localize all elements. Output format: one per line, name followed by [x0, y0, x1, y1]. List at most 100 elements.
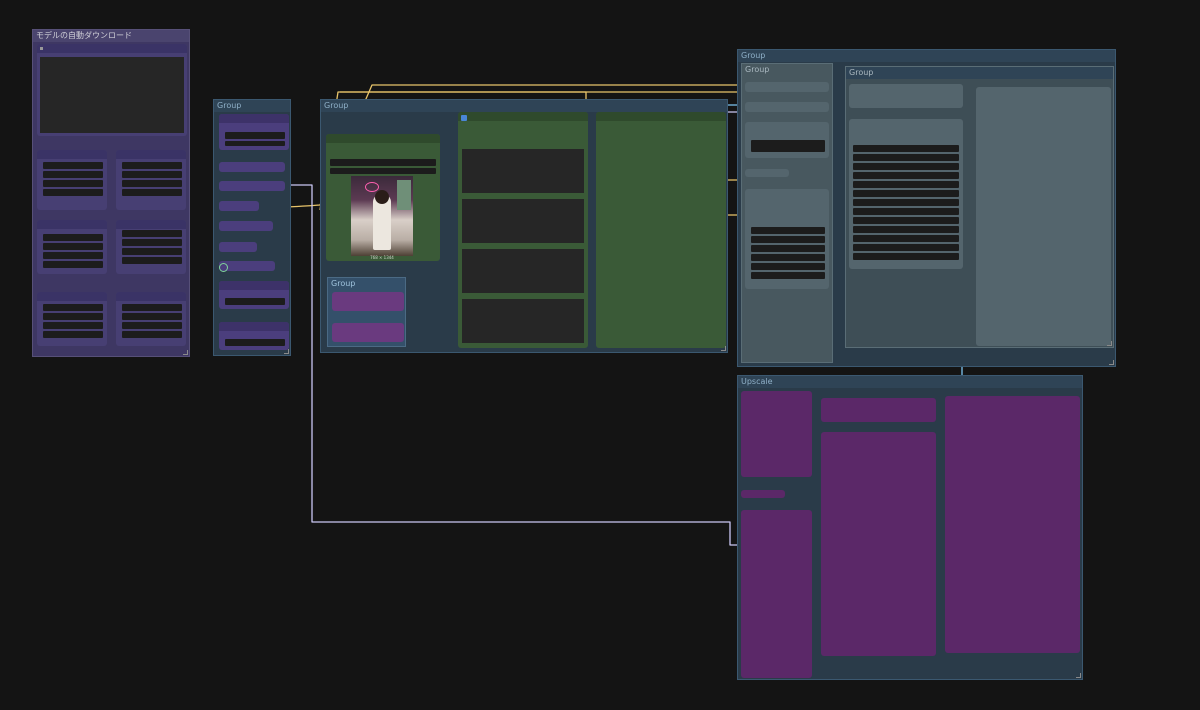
group-left[interactable]: Group	[213, 99, 291, 356]
group-upscale[interactable]: Upscale	[737, 375, 1083, 680]
group-title[interactable]: Group	[846, 67, 1113, 79]
widget-field[interactable]	[43, 180, 103, 187]
upscale-settings-node[interactable]	[741, 510, 812, 678]
collapsed-node[interactable]	[219, 201, 259, 211]
widget-field[interactable]	[853, 172, 959, 179]
collapsed-node[interactable]	[332, 292, 404, 311]
square-dot-icon[interactable]	[461, 115, 467, 121]
widget-field[interactable]	[853, 208, 959, 215]
group-title[interactable]: Group	[742, 64, 832, 76]
widget-field[interactable]	[43, 331, 103, 338]
widget-field[interactable]	[122, 162, 182, 169]
node-header[interactable]	[219, 281, 289, 290]
group-title[interactable]: Group	[328, 278, 405, 290]
node-header[interactable]	[116, 292, 186, 301]
node-header[interactable]	[219, 322, 289, 331]
group-title[interactable]: Upscale	[738, 376, 1082, 388]
node-header[interactable]	[37, 150, 107, 159]
widget-field[interactable]	[853, 217, 959, 224]
node-header[interactable]	[37, 292, 107, 301]
preview-node-large[interactable]	[596, 112, 726, 348]
widget-field[interactable]	[43, 261, 103, 268]
node-header[interactable]	[116, 150, 186, 159]
widget-field[interactable]	[751, 272, 825, 279]
widget-field[interactable]	[225, 132, 285, 139]
toggle-icon[interactable]	[219, 263, 228, 272]
resize-corner-icon[interactable]	[721, 346, 726, 351]
group-right[interactable]: Group Group Group	[737, 49, 1116, 367]
collapsed-node[interactable]	[745, 82, 829, 92]
group-right-inner[interactable]: Group	[845, 66, 1114, 348]
widget-field[interactable]	[225, 298, 285, 305]
collapsed-node[interactable]	[741, 490, 785, 498]
group-title[interactable]: モデルの自動ダウンロード	[33, 30, 189, 42]
widget-field[interactable]	[43, 243, 103, 250]
widget-field[interactable]	[853, 190, 959, 197]
collapsed-node[interactable]	[219, 181, 285, 191]
download-node[interactable]	[116, 292, 186, 346]
group-model-download[interactable]: モデルの自動ダウンロード	[32, 29, 190, 357]
widget-field[interactable]	[43, 234, 103, 241]
upscale-preview-node[interactable]	[945, 396, 1080, 653]
widget-field[interactable]	[751, 140, 825, 152]
resize-corner-icon[interactable]	[284, 349, 289, 354]
node-header[interactable]	[596, 112, 726, 121]
download-node[interactable]	[37, 220, 107, 274]
node-header[interactable]	[37, 44, 187, 53]
resize-corner-icon[interactable]	[183, 350, 188, 355]
download-node[interactable]	[37, 150, 107, 210]
widget-field[interactable]	[43, 171, 103, 178]
node-header[interactable]	[219, 114, 289, 123]
widget-field[interactable]	[43, 304, 103, 311]
collapsed-node[interactable]	[849, 84, 963, 108]
collapsed-node[interactable]	[745, 102, 829, 112]
widget-field[interactable]	[43, 162, 103, 169]
widget-field[interactable]	[330, 159, 436, 166]
widget-field[interactable]	[853, 226, 959, 233]
widget-field[interactable]	[225, 339, 285, 346]
upscale-sampler-node[interactable]	[821, 432, 936, 656]
widget-field[interactable]	[122, 230, 182, 237]
download-node[interactable]	[37, 292, 107, 346]
widget-field[interactable]	[751, 245, 825, 252]
widget-field[interactable]	[122, 171, 182, 178]
collapsed-node[interactable]	[745, 169, 789, 177]
resize-corner-icon[interactable]	[1107, 341, 1112, 346]
collapsed-node[interactable]	[219, 221, 273, 231]
loader-node[interactable]	[219, 322, 289, 350]
widget-field[interactable]	[43, 189, 103, 196]
widget-field[interactable]	[853, 199, 959, 206]
widget-field[interactable]	[853, 253, 959, 260]
collapsed-node[interactable]	[219, 242, 257, 252]
sampler-node[interactable]	[745, 122, 829, 158]
node-header[interactable]	[458, 112, 588, 121]
upscale-loader-node[interactable]	[741, 391, 812, 477]
widget-field[interactable]	[43, 252, 103, 259]
node-header[interactable]	[116, 220, 186, 229]
settings-node[interactable]	[849, 119, 963, 269]
collapsed-node[interactable]	[821, 398, 936, 422]
widget-field[interactable]	[751, 236, 825, 243]
loader-node[interactable]	[219, 281, 289, 309]
group-title[interactable]: Group	[321, 100, 727, 112]
group-title[interactable]: Group	[214, 100, 290, 112]
node-header[interactable]	[326, 134, 440, 143]
loader-node[interactable]	[219, 114, 289, 150]
download-node[interactable]	[116, 150, 186, 210]
widget-field[interactable]	[122, 304, 182, 311]
group-title[interactable]: Group	[738, 50, 1115, 62]
download-node-main[interactable]	[37, 44, 187, 136]
widget-field[interactable]	[43, 322, 103, 329]
settings-node[interactable]	[745, 189, 829, 289]
widget-field[interactable]	[330, 168, 436, 174]
square-dot-icon[interactable]	[40, 47, 43, 50]
widget-field[interactable]	[853, 154, 959, 161]
widget-field[interactable]	[122, 331, 182, 338]
widget-field[interactable]	[122, 239, 182, 246]
collapsed-node[interactable]	[219, 162, 285, 172]
widget-field[interactable]	[122, 248, 182, 255]
group-middle-sub[interactable]: Group	[327, 277, 406, 347]
widget-field[interactable]	[225, 141, 285, 146]
widget-field[interactable]	[122, 257, 182, 264]
resize-corner-icon[interactable]	[1076, 673, 1081, 678]
